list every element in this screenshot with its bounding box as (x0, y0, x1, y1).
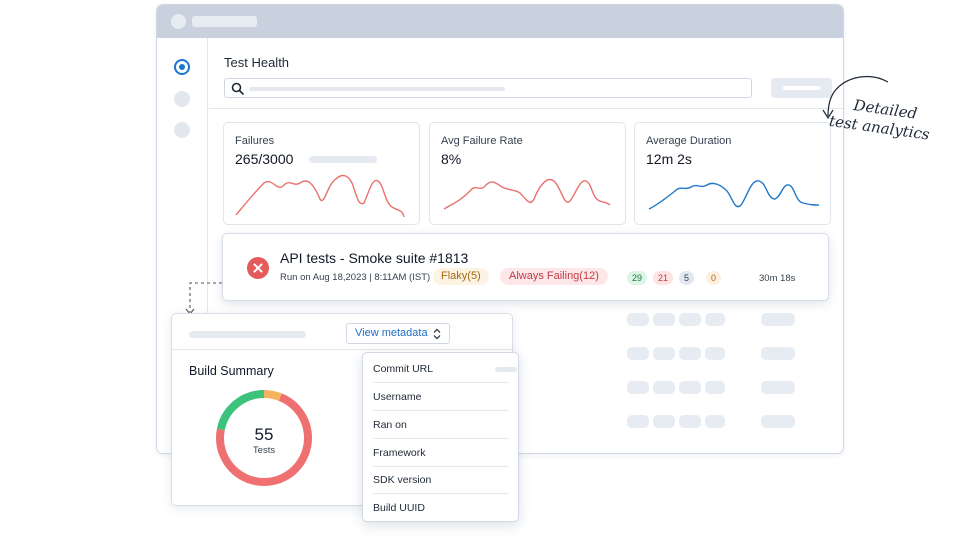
card-divider (172, 349, 512, 350)
build-summary-title: Build Summary (189, 364, 274, 378)
menu-item-framework[interactable]: Framework (373, 440, 509, 467)
total-tests-label: Tests (252, 445, 276, 456)
menu-item-sdk-version[interactable]: SDK version (373, 467, 509, 494)
menu-item-ran-on[interactable]: Ran on (373, 412, 509, 439)
test-run-card[interactable]: API tests - Smoke suite #1813 Run on Aug… (222, 233, 829, 301)
run-title: API tests - Smoke suite #1813 (280, 250, 469, 266)
view-metadata-button[interactable]: View metadata (346, 323, 450, 344)
other-count-badge: 0 (706, 271, 722, 285)
failed-status-icon (247, 257, 269, 279)
metadata-dropdown: Commit URL Username Ran on Framework SDK… (362, 352, 519, 522)
flaky-badge[interactable]: Flaky(5) (433, 268, 489, 285)
failed-count-badge: 21 (653, 271, 674, 285)
chevron-up-down-icon (433, 328, 441, 340)
run-duration: 30m 18s (759, 273, 796, 284)
menu-item-commit-url[interactable]: Commit URL (373, 356, 517, 383)
view-metadata-label: View metadata (355, 327, 428, 339)
passed-count-badge: 29 (627, 271, 648, 285)
always-failing-badge[interactable]: Always Failing(12) (500, 268, 608, 285)
menu-item-build-uuid[interactable]: Build UUID (373, 495, 509, 522)
header-placeholder (189, 331, 306, 338)
run-meta: Run on Aug 18,2023 | 8:11AM (IST) (280, 272, 431, 283)
total-tests-count: 55 (254, 425, 274, 444)
skipped-count-badge: 5 (679, 271, 695, 285)
menu-item-username[interactable]: Username (373, 384, 509, 411)
